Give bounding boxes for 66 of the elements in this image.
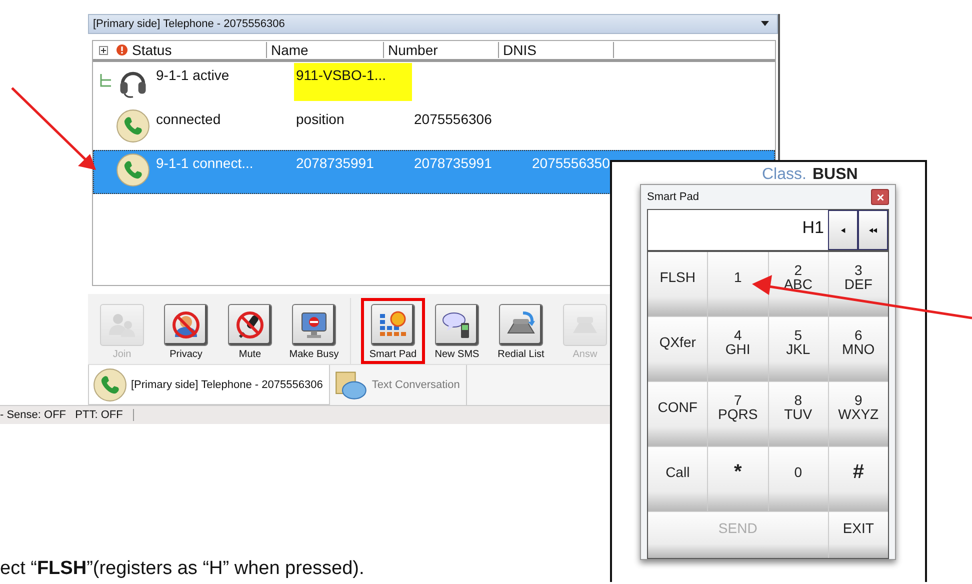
status-text: 9-1-1 connect... [155, 154, 254, 171]
keypad-key[interactable]: EXIT [828, 512, 888, 558]
phone-icon [93, 368, 127, 402]
desk-phone-icon [563, 304, 607, 346]
keypad-key[interactable]: 9 WXYZ [828, 382, 888, 446]
tree-toggle-icon[interactable] [100, 73, 112, 87]
keypad-icon [371, 304, 415, 346]
keypad-key[interactable]: QXfer [648, 317, 708, 381]
backspace-button[interactable] [828, 210, 858, 250]
keypad-key[interactable]: CONF [648, 382, 708, 446]
background-text: BUSN [812, 166, 858, 184]
phone-icon [116, 153, 150, 187]
keypad-key[interactable]: 3 DEF [828, 252, 888, 316]
keypad-key[interactable]: * [708, 447, 768, 511]
muted-microphone-icon [228, 304, 272, 346]
toolbar-button[interactable]: Make Busy [285, 304, 343, 360]
status-text: connected [155, 110, 221, 127]
keypad-key[interactable]: 7 PQRS [708, 382, 768, 446]
keypad-key[interactable]: 1 [708, 252, 768, 316]
clear-button[interactable] [858, 210, 888, 250]
tab[interactable]: [Primary side] Telephone - 2075556306 [88, 365, 330, 405]
phone-icon [116, 109, 150, 143]
keypad-key[interactable]: Call [648, 447, 708, 511]
dial-display: H1 [801, 217, 825, 239]
call-row[interactable]: connected position 2075556306 [93, 106, 775, 150]
expand-all-icon[interactable] [99, 46, 108, 54]
keypad-key[interactable]: 8 TUV [768, 382, 828, 446]
keypad-key[interactable]: 5 JKL [768, 317, 828, 381]
sms-phone-icon [435, 304, 479, 346]
left-arrow-icon [840, 228, 846, 232]
toolbar-button[interactable]: Smart Pad [364, 304, 422, 360]
alert-icon [116, 44, 128, 56]
number-cell-text: 2078735991 [413, 154, 493, 171]
status-text: - Sense: OFF PTT: OFF [0, 409, 134, 421]
keypad-key[interactable]: FLSH [648, 252, 708, 316]
call-row[interactable]: 9-1-1 active 911-VSBO-1... [93, 62, 775, 106]
window-title: [Primary side] Telephone - 2075556306 [93, 18, 285, 30]
double-left-arrow-icon [869, 228, 877, 232]
keypad-key[interactable]: 0 [768, 447, 828, 511]
keypad-key[interactable]: 4 GHI [708, 317, 768, 381]
dnis-cell-text: 2075556350 [531, 154, 611, 171]
close-icon [876, 192, 884, 202]
close-button[interactable] [871, 189, 889, 205]
column-header[interactable]: Name [266, 42, 383, 58]
name-cell: 911-VSBO-1... [294, 63, 412, 101]
toolbar-button[interactable]: Privacy [157, 304, 215, 360]
keypad-key[interactable]: # [828, 447, 888, 511]
keypad-key[interactable]: 2 ABC [768, 252, 828, 316]
instruction-text: ect “FLSH”(registers as “H” when pressed). [0, 558, 364, 580]
number-cell-text: 2075556306 [413, 110, 493, 127]
toolbar-button[interactable]: Mute [221, 304, 279, 360]
window-title: Smart Pad [647, 191, 699, 203]
column-header[interactable]: Status [114, 42, 266, 58]
keypad-key[interactable]: 6 MNO [828, 317, 888, 381]
toolbar-button[interactable]: New SMS [428, 304, 486, 360]
name-cell-text: 2078735991 [295, 154, 375, 173]
column-header[interactable]: Number [383, 42, 498, 58]
monitor-icon [292, 304, 336, 346]
desk-phone-icon [499, 304, 543, 346]
privacy-icon [164, 304, 208, 346]
column-header[interactable]: DNIS [498, 42, 613, 58]
dropdown-icon[interactable] [761, 21, 769, 27]
status-text: 9-1-1 active [155, 66, 230, 83]
toolbar-button[interactable]: Redial List [492, 304, 550, 360]
join-icon [100, 304, 144, 346]
name-cell-text: position [295, 110, 346, 129]
